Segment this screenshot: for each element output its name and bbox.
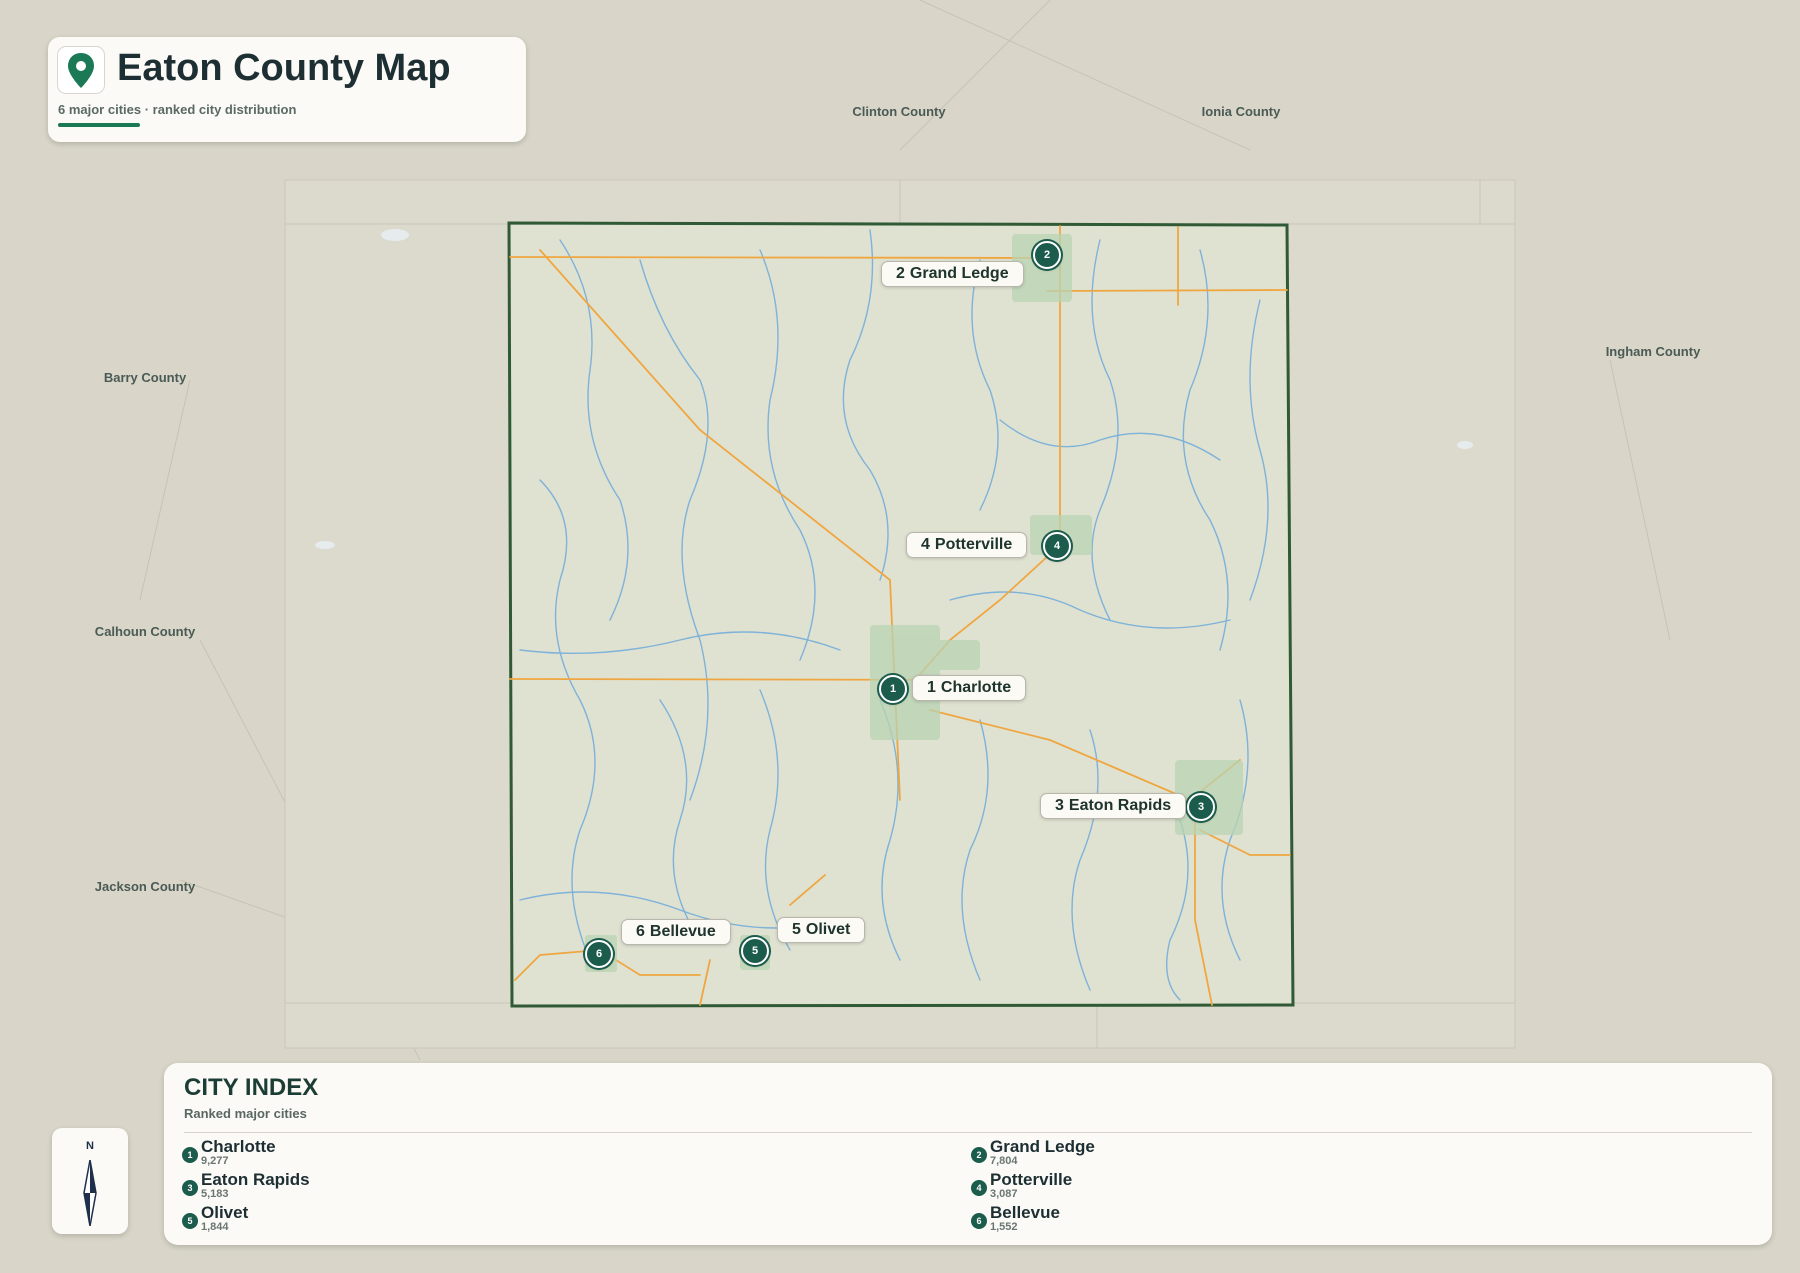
rank-badge: 1 [182, 1147, 198, 1163]
city-label-olivet[interactable]: 5 Olivet [777, 917, 866, 943]
city-population: 1,552 [990, 1221, 1018, 1233]
rank-badge: 4 [971, 1180, 987, 1196]
neighbor-label-ionia: Ionia County [1201, 104, 1281, 119]
city-label-rank: 5 [792, 921, 801, 938]
city-marker-grand-ledge[interactable]: 2 [1033, 241, 1061, 269]
title-card: Eaton County Map 6 major cities · ranked… [48, 37, 526, 142]
eaton-county-boundary [507, 221, 1295, 1008]
neighbor-label-jackson: Jackson County [94, 879, 196, 894]
neighbor-label-ingham: Ingham County [1605, 344, 1701, 359]
city-label-name: Charlotte [940, 679, 1012, 696]
city-marker-bellevue[interactable]: 6 [585, 940, 613, 968]
map-pin-icon [57, 46, 105, 94]
city-label-charlotte[interactable]: 1 Charlotte [912, 675, 1027, 701]
page-subtitle: 6 major cities · ranked city distributio… [58, 102, 297, 117]
title-accent-bar [58, 123, 140, 127]
city-name: Grand Ledge [990, 1137, 1095, 1156]
city-population: 9,277 [201, 1155, 229, 1167]
city-name: Charlotte [201, 1137, 276, 1156]
compass-north-label: N [86, 1140, 94, 1152]
neighbor-label-calhoun: Calhoun County [94, 624, 196, 639]
neighbor-label-clinton: Clinton County [852, 104, 946, 119]
city-label-rank: 6 [636, 923, 645, 940]
rank-badge: 6 [971, 1213, 987, 1229]
city-label-rank: 3 [1055, 797, 1064, 814]
city-population: 7,804 [990, 1155, 1018, 1167]
city-label-eaton-rapids[interactable]: 3 Eaton Rapids [1040, 793, 1187, 819]
city-marker-potterville[interactable]: 4 [1043, 532, 1071, 560]
city-index-divider [184, 1132, 1752, 1133]
compass: N [52, 1128, 128, 1234]
neighbor-label-barry: Barry County [103, 370, 187, 385]
rank-badge: 5 [182, 1213, 198, 1229]
city-index-panel: CITY INDEX Ranked major cities 1 Charlot… [164, 1063, 1772, 1245]
city-label-name: Grand Ledge [909, 265, 1009, 282]
city-label-rank: 1 [927, 679, 936, 696]
city-name: Potterville [990, 1170, 1073, 1189]
city-label-name: Potterville [934, 536, 1013, 553]
city-name: Bellevue [990, 1203, 1060, 1222]
city-index-subtitle: Ranked major cities [184, 1106, 307, 1121]
city-label-rank: 4 [921, 536, 930, 553]
north-arrow-icon [83, 1160, 97, 1226]
city-marker-eaton-rapids[interactable]: 3 [1187, 793, 1215, 821]
city-name: Eaton Rapids [201, 1170, 310, 1189]
city-label-potterville[interactable]: 4 Potterville [906, 532, 1028, 558]
city-label-name: Bellevue [649, 923, 716, 940]
city-label-name: Olivet [805, 921, 851, 938]
city-population: 3,087 [990, 1188, 1018, 1200]
rank-badge: 3 [182, 1180, 198, 1196]
rank-badge: 2 [971, 1147, 987, 1163]
city-name: Olivet [201, 1203, 249, 1222]
city-marker-charlotte[interactable]: 1 [879, 675, 907, 703]
city-label-rank: 2 [896, 265, 905, 282]
city-index-title: CITY INDEX [184, 1074, 319, 1101]
city-population: 5,183 [201, 1188, 229, 1200]
page-title: Eaton County Map [117, 47, 451, 89]
city-population: 1,844 [201, 1221, 229, 1233]
city-label-bellevue[interactable]: 6 Bellevue [621, 919, 731, 945]
city-label-name: Eaton Rapids [1068, 797, 1172, 814]
city-marker-olivet[interactable]: 5 [741, 937, 769, 965]
city-label-grand-ledge[interactable]: 2 Grand Ledge [881, 261, 1024, 287]
